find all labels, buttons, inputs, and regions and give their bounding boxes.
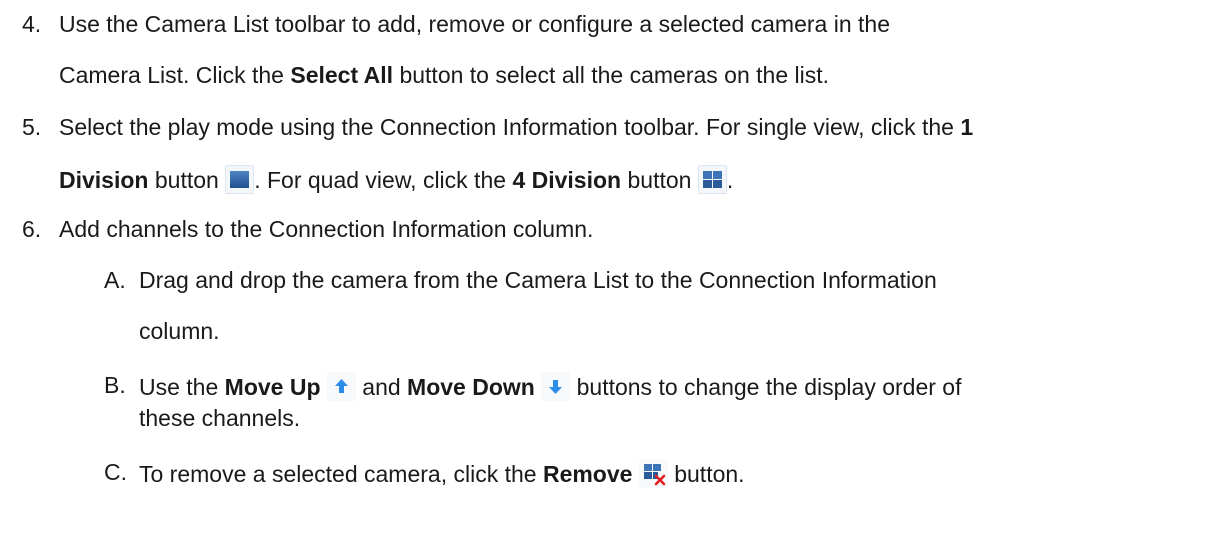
move-up-icon xyxy=(326,372,356,401)
step-4-line-1: Use the Camera List toolbar to add, remo… xyxy=(59,11,890,37)
step-5-line-2: Division button . For quad view, click t… xyxy=(59,165,734,194)
step-4-number: 4. xyxy=(22,11,42,37)
four-division-icon xyxy=(697,165,727,194)
step-5-line-1: Select the play mode using the Connectio… xyxy=(59,114,974,140)
step-6-number: 6. xyxy=(22,216,42,242)
substep-c-text: To remove a selected camera, click the R… xyxy=(139,459,745,488)
move-down-icon xyxy=(541,372,571,401)
four-division-label: 4 Division xyxy=(512,167,622,193)
move-up-label: Move Up xyxy=(224,374,321,400)
move-down-label: Move Down xyxy=(407,374,535,400)
substep-b-line-2: these channels. xyxy=(139,405,301,431)
remove-label: Remove xyxy=(542,461,633,487)
step-6-text: Add channels to the Connection Informati… xyxy=(59,216,594,242)
select-all-label: Select All xyxy=(290,62,394,88)
substep-a-letter: A. xyxy=(104,267,126,293)
substep-a-line-1: Drag and drop the camera from the Camera… xyxy=(139,267,937,293)
step-4-line-2: Camera List. Click the Select All button… xyxy=(59,62,830,88)
substep-c-letter: C. xyxy=(104,459,127,485)
remove-icon xyxy=(638,459,668,488)
one-division-label: Division xyxy=(59,167,149,193)
substep-b-letter: B. xyxy=(104,372,126,398)
step-5-number: 5. xyxy=(22,114,42,140)
substep-b-line-1: Use the Move Up and Move Down buttons to… xyxy=(139,372,962,401)
substep-a-line-2: column. xyxy=(139,318,220,344)
one-division-icon xyxy=(225,165,255,194)
